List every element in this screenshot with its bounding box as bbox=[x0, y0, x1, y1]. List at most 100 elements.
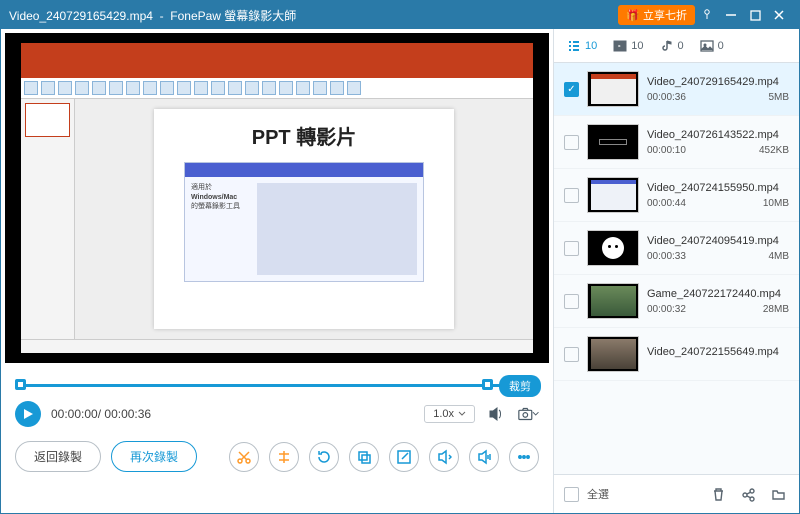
file-thumbnail bbox=[587, 177, 639, 213]
promo-badge[interactable]: 🎁 立享七折 bbox=[618, 5, 695, 25]
tab-audio[interactable]: 0 bbox=[653, 35, 691, 57]
promo-text: 立享七折 bbox=[643, 7, 687, 23]
maximize-button[interactable] bbox=[743, 3, 767, 27]
close-button[interactable] bbox=[767, 3, 791, 27]
window-title: Video_240729165429.mp4 - FonePaw 螢幕錄影大師 bbox=[9, 7, 618, 24]
file-thumbnail bbox=[587, 336, 639, 372]
tab-image[interactable]: 0 bbox=[693, 35, 731, 57]
file-panel: 10 10 0 0 Video_240729165429.mp400:00:36… bbox=[553, 29, 799, 513]
list-icon bbox=[567, 39, 581, 53]
share-button[interactable] bbox=[737, 483, 759, 505]
file-checkbox[interactable] bbox=[564, 135, 579, 150]
file-thumbnail bbox=[587, 124, 639, 160]
file-checkbox[interactable] bbox=[564, 82, 579, 97]
export-audio-tool[interactable] bbox=[429, 442, 459, 472]
inset-line: 的螢幕錄影工具 bbox=[191, 202, 251, 211]
file-size: 10MB bbox=[763, 198, 789, 209]
file-meta: Video_240724155950.mp4 00:00:44 10MB bbox=[647, 182, 789, 209]
speed-selector[interactable]: 1.0x bbox=[424, 405, 475, 423]
file-item[interactable]: Game_240722172440.mp400:00:3228MB bbox=[554, 275, 799, 328]
folder-button[interactable] bbox=[767, 483, 789, 505]
file-item[interactable]: Video_240724095419.mp4 00:00:33 4MB bbox=[554, 222, 799, 275]
time-display: 00:00:00/ 00:00:36 bbox=[51, 407, 151, 421]
file-checkbox[interactable] bbox=[564, 188, 579, 203]
file-meta: Game_240722172440.mp400:00:3228MB bbox=[647, 288, 789, 315]
file-meta: Video_240724095419.mp4 00:00:33 4MB bbox=[647, 235, 789, 262]
app-name: FonePaw 螢幕錄影大師 bbox=[170, 9, 296, 23]
speed-value: 1.0x bbox=[433, 408, 454, 420]
help-icon[interactable] bbox=[695, 3, 719, 27]
delete-button[interactable] bbox=[707, 483, 729, 505]
file-duration: 00:00:36 bbox=[647, 92, 686, 103]
file-name: Video_240722155649.mp4 bbox=[647, 346, 789, 358]
current-file: Video_240729165429.mp4 bbox=[9, 9, 153, 23]
trim-handle-left[interactable] bbox=[15, 379, 26, 390]
rotate-tool[interactable] bbox=[309, 442, 339, 472]
file-item[interactable]: Video_240722155649.mp4 bbox=[554, 328, 799, 381]
file-checkbox[interactable] bbox=[564, 347, 579, 362]
trim-timeline[interactable]: 裁剪 bbox=[15, 375, 539, 395]
filter-tabs: 10 10 0 0 bbox=[554, 29, 799, 63]
chevron-down-icon bbox=[458, 410, 466, 418]
volume-tool[interactable] bbox=[469, 442, 499, 472]
preview-content: PPT 轉影片 適用於 Windows/Mac 的螢幕錄影工具 bbox=[21, 43, 532, 353]
file-item[interactable]: Video_240724155950.mp4 00:00:44 10MB bbox=[554, 169, 799, 222]
playback-row: 00:00:00/ 00:00:36 1.0x bbox=[1, 395, 553, 435]
file-size: 28MB bbox=[763, 304, 789, 315]
file-meta: Video_240729165429.mp400:00:365MB bbox=[647, 76, 789, 103]
cut-tool[interactable] bbox=[229, 442, 259, 472]
title-bar: Video_240729165429.mp4 - FonePaw 螢幕錄影大師 … bbox=[1, 1, 799, 29]
video-preview[interactable]: PPT 轉影片 適用於 Windows/Mac 的螢幕錄影工具 bbox=[5, 33, 549, 363]
trim-handle-right[interactable] bbox=[482, 379, 493, 390]
audio-icon bbox=[660, 39, 674, 53]
file-item[interactable]: Video_240726143522.mp4 00:00:10 452KB bbox=[554, 116, 799, 169]
file-size: 4MB bbox=[768, 251, 789, 262]
file-duration: 00:00:33 bbox=[647, 251, 686, 262]
list-footer: 全選 bbox=[554, 474, 799, 513]
record-again-button[interactable]: 再次錄製 bbox=[111, 441, 197, 472]
tab-video[interactable]: 10 bbox=[606, 35, 650, 57]
file-size: 5MB bbox=[768, 92, 789, 103]
file-name: Video_240724155950.mp4 bbox=[647, 182, 789, 194]
inset-line: 適用於 bbox=[191, 183, 251, 192]
play-button[interactable] bbox=[15, 401, 41, 427]
trim-button[interactable]: 裁剪 bbox=[499, 375, 541, 397]
copy-tool[interactable] bbox=[349, 442, 379, 472]
file-checkbox[interactable] bbox=[564, 241, 579, 256]
tab-count: 10 bbox=[585, 40, 597, 52]
file-meta: Video_240726143522.mp4 00:00:10 452KB bbox=[647, 129, 789, 156]
tab-all[interactable]: 10 bbox=[560, 35, 604, 57]
file-thumbnail bbox=[587, 230, 639, 266]
split-tool[interactable] bbox=[269, 442, 299, 472]
total-time: 00:00:36 bbox=[104, 407, 151, 421]
inset-line: Windows/Mac bbox=[191, 194, 237, 201]
file-item[interactable]: Video_240729165429.mp400:00:365MB bbox=[554, 63, 799, 116]
file-name: Video_240724095419.mp4 bbox=[647, 235, 789, 247]
gift-icon: 🎁 bbox=[626, 9, 640, 22]
back-to-record-button[interactable]: 返回錄製 bbox=[15, 441, 101, 472]
file-name: Video_240726143522.mp4 bbox=[647, 129, 789, 141]
minimize-button[interactable] bbox=[719, 3, 743, 27]
more-tool[interactable] bbox=[509, 442, 539, 472]
image-icon bbox=[700, 39, 714, 53]
tab-count: 0 bbox=[718, 40, 724, 52]
action-row: 返回錄製 再次錄製 bbox=[1, 435, 553, 482]
file-thumbnail bbox=[587, 283, 639, 319]
file-checkbox[interactable] bbox=[564, 294, 579, 309]
file-thumbnail bbox=[587, 71, 639, 107]
file-duration: 00:00:44 bbox=[647, 198, 686, 209]
tab-count: 0 bbox=[678, 40, 684, 52]
edit-tool[interactable] bbox=[389, 442, 419, 472]
select-all-checkbox[interactable] bbox=[564, 487, 579, 502]
volume-button[interactable] bbox=[485, 403, 507, 425]
file-size: 452KB bbox=[759, 145, 789, 156]
tab-count: 10 bbox=[631, 40, 643, 52]
select-all-label: 全選 bbox=[587, 486, 609, 502]
file-duration: 00:00:10 bbox=[647, 145, 686, 156]
video-icon bbox=[613, 39, 627, 53]
slide-title: PPT 轉影片 bbox=[252, 121, 356, 150]
file-duration: 00:00:32 bbox=[647, 304, 686, 315]
file-list: Video_240729165429.mp400:00:365MBVideo_2… bbox=[554, 63, 799, 474]
current-time: 00:00:00 bbox=[51, 407, 98, 421]
snapshot-button[interactable] bbox=[517, 403, 539, 425]
